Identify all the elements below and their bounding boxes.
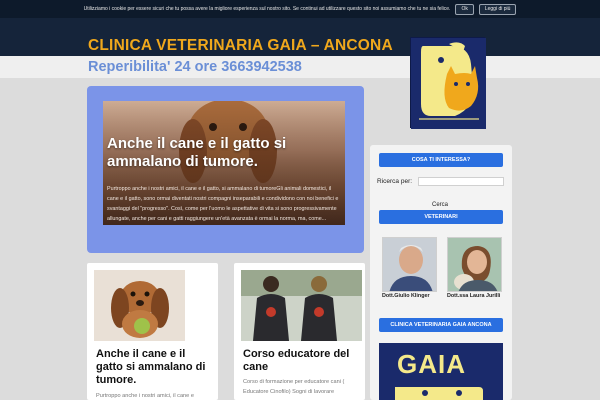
vets-button[interactable]: VETERINARI: [379, 210, 503, 224]
featured-title[interactable]: Anche il cane e il gatto si ammalano di …: [107, 135, 343, 171]
vet-photo-jurilli[interactable]: [447, 237, 502, 292]
site-subtitle: Reperibilita' 24 ore 3663942538: [88, 59, 302, 75]
featured-post[interactable]: Anche il cane e il gatto si ammalano di …: [87, 86, 364, 253]
gaia-banner[interactable]: GAIA: [379, 343, 503, 400]
trainers-photo-icon: [241, 270, 362, 341]
cookie-read-more-button[interactable]: Leggi di più: [478, 3, 517, 15]
puppy-photo-icon: [94, 270, 185, 341]
cookie-ok-button[interactable]: Ok: [455, 3, 474, 15]
site-title[interactable]: CLINICA VETERINARIA GAIA – ANCONA: [88, 37, 393, 55]
cookie-text: Utilizziamo i cookie per essere sicuri c…: [83, 6, 451, 12]
post-excerpt: Corso di formazione per educatore cani (…: [243, 379, 345, 395]
vet-photo-klinger[interactable]: [382, 237, 437, 292]
sidebar: COSA TI INTERESSA? Ricerca per: Cerca VE…: [370, 145, 512, 400]
post-image-puppy[interactable]: [94, 270, 185, 341]
search-label: Ricerca per:: [377, 178, 413, 185]
post-card[interactable]: Corso educatore del cane Corso di formaz…: [234, 263, 365, 400]
person-icon: [448, 238, 501, 291]
featured-excerpt: Purtroppo anche i nostri amici, il cane …: [107, 186, 339, 222]
post-title[interactable]: Anche il cane e il gatto si ammalano di …: [96, 348, 214, 387]
vet-name-jurilli[interactable]: Dott.ssa Laura Jurilli: [447, 293, 500, 299]
cookie-banner: Utilizziamo i cookie per essere sicuri c…: [0, 0, 600, 18]
interest-button[interactable]: COSA TI INTERESSA?: [379, 153, 503, 167]
vet-name-klinger[interactable]: Dott.Giulio Klinger: [382, 293, 430, 299]
featured-image[interactable]: Anche il cane e il gatto si ammalano di …: [103, 101, 345, 225]
post-card[interactable]: Anche il cane e il gatto si ammalano di …: [87, 263, 218, 400]
clinic-button[interactable]: CLINICA VETERINARIA GAIA ANCONA: [379, 318, 503, 332]
search-button[interactable]: Cerca: [432, 202, 448, 208]
post-title[interactable]: Corso educatore del cane: [243, 348, 361, 374]
person-icon: [383, 238, 436, 291]
post-excerpt: Purtroppo anche i nostri amici, il cane …: [96, 393, 194, 399]
post-image-trainers[interactable]: [241, 270, 362, 341]
gaia-cat-dog-icon: [411, 38, 486, 129]
site-logo[interactable]: [410, 37, 486, 129]
search-input[interactable]: [418, 177, 504, 186]
gaia-logo-icon: [395, 387, 483, 400]
